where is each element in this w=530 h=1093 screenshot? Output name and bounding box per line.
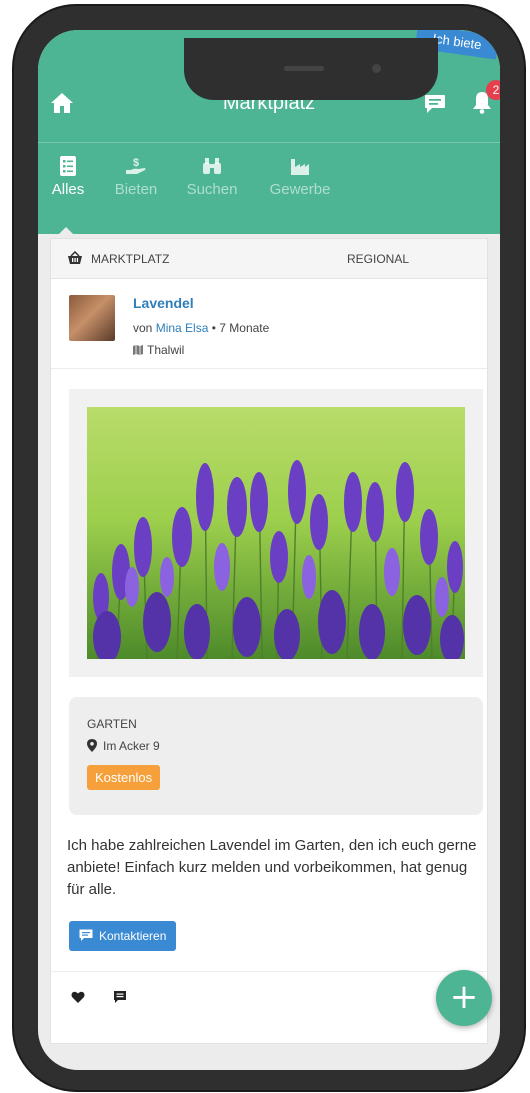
scope-label: REGIONAL	[347, 252, 410, 266]
card-footer	[51, 971, 487, 1043]
chat-icon[interactable]	[424, 94, 446, 114]
tab-suchen[interactable]: Suchen	[182, 155, 242, 198]
details-box: GARTEN Im Acker 9 Kostenlos	[69, 697, 483, 815]
by-prefix: von	[133, 321, 153, 335]
hand-money-icon: $	[126, 157, 146, 174]
author-link[interactable]: Mina Elsa	[156, 321, 209, 335]
post-title[interactable]: Lavendel	[133, 295, 194, 311]
add-post-button[interactable]: +	[436, 970, 492, 1026]
tab-label: Alles	[51, 181, 85, 198]
post-meta: von Mina Elsa • 7 Monate	[133, 321, 269, 335]
subcategory-label: GARTEN	[87, 717, 137, 731]
binoculars-icon	[203, 158, 221, 174]
camera	[372, 64, 381, 73]
card-header: MARKTPLATZ REGIONAL	[51, 239, 487, 279]
map-icon	[133, 345, 143, 355]
tab-label: Gewerbe	[269, 181, 331, 198]
tab-alles[interactable]: Alles	[46, 155, 90, 198]
active-tab-indicator	[58, 227, 74, 235]
post-age: • 7 Monate	[211, 321, 270, 335]
map-pin-icon	[87, 739, 97, 752]
basket-icon	[68, 251, 82, 264]
list-icon	[60, 156, 76, 176]
tab-bar: Alles $ Bieten Suchen Gewerbe	[38, 142, 500, 235]
post-location: Thalwil	[133, 343, 184, 357]
photo-container	[69, 389, 483, 677]
address-text: Im Acker 9	[103, 739, 160, 753]
svg-text:$: $	[133, 157, 139, 169]
chat-icon	[79, 929, 93, 941]
tab-label: Bieten	[114, 181, 158, 198]
phone-notch	[184, 38, 438, 100]
comment-icon[interactable]	[113, 990, 127, 1004]
author-section: Lavendel von Mina Elsa • 7 Monate Thalwi…	[51, 279, 487, 369]
tab-gewerbe[interactable]: Gewerbe	[264, 155, 336, 198]
tab-bieten[interactable]: $ Bieten	[110, 155, 162, 198]
speaker	[284, 66, 324, 71]
address: Im Acker 9	[87, 739, 160, 753]
post-description: Ich habe zahlreichen Lavendel im Garten,…	[67, 837, 477, 898]
tab-label: Suchen	[186, 181, 238, 198]
heart-icon[interactable]	[71, 990, 85, 1004]
price-badge: Kostenlos	[87, 765, 161, 790]
contact-label: Kontaktieren	[99, 929, 167, 943]
phone-frame: Marktplatz 2 Alles $ Bieten Suchen Gewer…	[14, 6, 524, 1090]
location-text: Thalwil	[147, 343, 185, 357]
screen: Marktplatz 2 Alles $ Bieten Suchen Gewer…	[38, 30, 500, 1070]
post-card: MARKTPLATZ REGIONAL Lavendel von Mina El…	[50, 238, 488, 1044]
avatar[interactable]	[69, 295, 115, 341]
notification-badge: 2	[486, 80, 500, 100]
factory-icon	[291, 159, 309, 175]
contact-button[interactable]: Kontaktieren	[69, 921, 177, 951]
category-label: MARKTPLATZ	[91, 252, 170, 266]
lavender-photo[interactable]	[87, 407, 465, 659]
